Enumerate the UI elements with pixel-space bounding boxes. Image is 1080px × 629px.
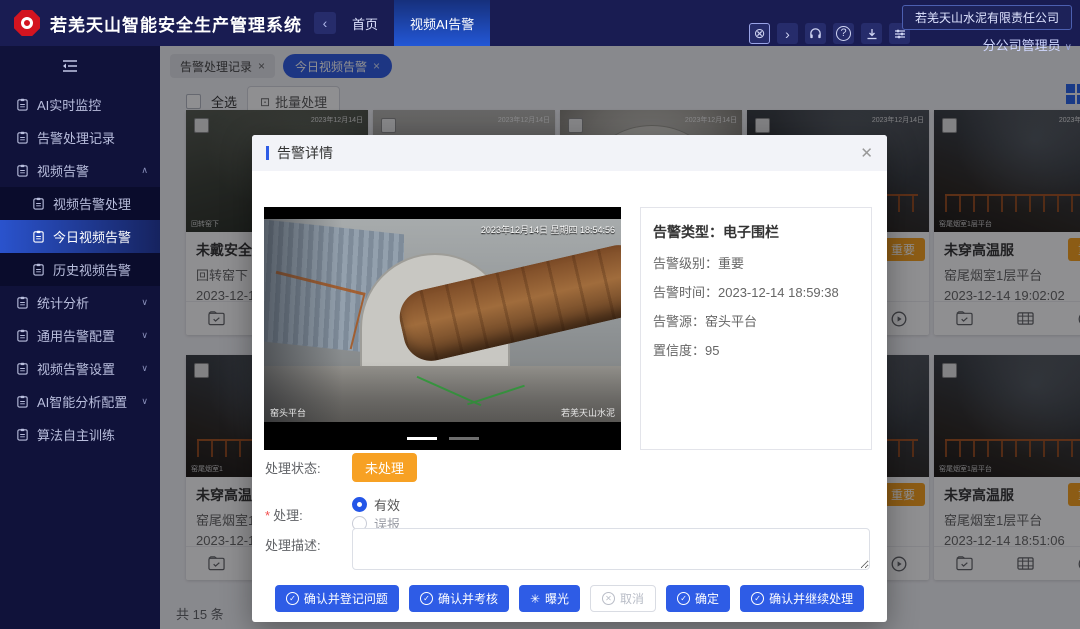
download-icon[interactable]	[861, 23, 882, 44]
sidebar-item-label: AI实时监控	[37, 95, 101, 114]
app-logo-icon	[14, 10, 40, 36]
chevron-icon: ∨	[141, 396, 148, 407]
sidebar-item-label: 算法自主训练	[37, 425, 115, 444]
modal-button[interactable]: 确认并考核	[409, 585, 509, 612]
sidebar-item-label: 视频告警设置	[37, 359, 115, 378]
modal-button[interactable]: 确定	[666, 585, 730, 612]
headset-icon[interactable]	[805, 23, 826, 44]
sidebar-item-label: 统计分析	[37, 293, 89, 312]
chevron-right-icon[interactable]	[777, 23, 798, 44]
description-row: 处理描述:	[265, 535, 352, 555]
sidebar-item-视频告警设置[interactable]: 视频告警设置 ∨	[0, 352, 160, 385]
nav-home[interactable]: 首页	[336, 0, 394, 46]
chevron-icon: ∨	[141, 330, 148, 341]
sidebar-item-label: 告警处理记录	[37, 128, 115, 147]
button-icon	[751, 592, 764, 605]
nav-video-ai-alarm[interactable]: 视频AI告警	[394, 0, 490, 46]
description-textarea[interactable]	[352, 528, 870, 570]
alarm-info-panel: 告警类型：电子围栏 告警级别：重要 告警时间：2023-12-14 18:59:…	[640, 207, 872, 450]
description-label: 处理描述:	[265, 535, 352, 554]
modal-button[interactable]: 曝光	[519, 585, 580, 612]
button-icon	[530, 592, 540, 605]
sidebar-item-AI实时监控[interactable]: AI实时监控	[0, 88, 160, 121]
radio-dot	[352, 497, 367, 512]
sidebar-collapse-icon[interactable]	[0, 46, 160, 88]
sidebar-item-label: 视频告警处理	[53, 194, 131, 213]
modal-button[interactable]: 确认并继续处理	[740, 585, 864, 612]
carousel-dot-active[interactable]	[407, 437, 437, 440]
alarm-time-line: 告警时间：2023-12-14 18:59:38	[653, 282, 859, 301]
status-badge: 未处理	[352, 453, 417, 482]
chevron-icon: ∨	[141, 297, 148, 308]
camera-timestamp: 2023年12月14日 星期四 18:54:56	[481, 223, 615, 236]
alarm-source-line: 告警源：窑头平台	[653, 311, 859, 330]
status-label: 处理状态:	[265, 458, 352, 477]
button-icon	[602, 592, 615, 605]
app-root: 若羌天山智能安全生产管理系统 ‹ 首页 视频AI告警 若羌天山水泥有限责任公司 …	[0, 0, 1080, 629]
close-icon[interactable]: ✕	[860, 144, 873, 162]
sidebar-menu: AI实时监控 告警处理记录 视频告警 ∧ 视频告警处理 今日视频告警 历史视频告…	[0, 88, 160, 451]
alarm-video-frame[interactable]: 2023年12月14日 星期四 18:54:56 窑头平台 若羌天山水泥	[264, 207, 621, 450]
sidebar-item-AI智能分析配置[interactable]: AI智能分析配置 ∨	[0, 385, 160, 418]
help-icon[interactable]	[833, 23, 854, 44]
modal-button[interactable]: 确认并登记问题	[275, 585, 399, 612]
sidebar-item-统计分析[interactable]: 统计分析 ∨	[0, 286, 160, 319]
alarm-snapshot: 2023年12月14日 星期四 18:54:56 窑头平台 若羌天山水泥	[264, 219, 621, 422]
header-icon-row	[749, 23, 910, 44]
confidence-line: 置信度：95	[653, 340, 859, 359]
sidebar-item-历史视频告警[interactable]: 历史视频告警	[0, 253, 160, 286]
modal-button[interactable]: 取消	[590, 585, 656, 612]
company-selector[interactable]: 若羌天山水泥有限责任公司	[902, 5, 1072, 30]
sidebar-item-今日视频告警[interactable]: 今日视频告警	[0, 220, 160, 253]
carousel-indicator	[264, 437, 621, 440]
carousel-dot[interactable]	[449, 437, 479, 440]
button-label: 确认并登记问题	[304, 590, 388, 607]
chevron-icon: ∨	[141, 363, 148, 374]
button-icon	[677, 592, 690, 605]
title-accent-bar	[266, 146, 269, 160]
nav-collapse-icon[interactable]: ‹	[314, 12, 336, 34]
camera-watermark-right: 若羌天山水泥	[561, 406, 615, 419]
role-dropdown[interactable]: 分公司管理员 ∨	[902, 35, 1072, 54]
top-header: 若羌天山智能安全生产管理系统 ‹ 首页 视频AI告警 若羌天山水泥有限责任公司 …	[0, 0, 1080, 46]
sidebar-item-告警处理记录[interactable]: 告警处理记录	[0, 121, 160, 154]
sidebar-item-label: 视频告警	[37, 161, 89, 180]
button-label: 确定	[695, 590, 719, 607]
sidebar-item-算法自主训练[interactable]: 算法自主训练	[0, 418, 160, 451]
required-mark: *	[265, 508, 270, 523]
sidebar-item-label: 通用告警配置	[37, 326, 115, 345]
alarm-detail-modal: 告警详情 ✕ 2023年12月14日 星期四 18:54:56 窑头平台 若羌天…	[252, 135, 887, 622]
modal-footer-buttons: 确认并登记问题 确认并考核 曝光 取消 确定 确认并继续处理	[252, 585, 887, 612]
status-row: 处理状态: 未处理	[265, 453, 417, 482]
button-label: 曝光	[545, 590, 569, 607]
sidebar-item-label: 今日视频告警	[53, 227, 131, 246]
sidebar-item-label: AI智能分析配置	[37, 392, 127, 411]
app-title: 若羌天山智能安全生产管理系统	[50, 11, 302, 36]
snapshot-shading	[264, 219, 621, 422]
sidebar-item-视频告警[interactable]: 视频告警 ∧	[0, 154, 160, 187]
radio-option[interactable]: 有效	[352, 495, 400, 514]
button-icon	[420, 592, 433, 605]
handle-label: *处理:	[265, 505, 352, 524]
sidebar-item-通用告警配置[interactable]: 通用告警配置 ∨	[0, 319, 160, 352]
camera-watermark-left: 窑头平台	[270, 406, 306, 419]
modal-title: 告警详情	[277, 143, 333, 163]
chevron-icon: ∧	[141, 165, 148, 176]
radio-label: 有效	[374, 495, 400, 514]
alarm-level-line: 告警级别：重要	[653, 253, 859, 272]
sidebar-item-视频告警处理[interactable]: 视频告警处理	[0, 187, 160, 220]
exit-fullscreen-icon[interactable]	[749, 23, 770, 44]
sidebar: AI实时监控 告警处理记录 视频告警 ∧ 视频告警处理 今日视频告警 历史视频告…	[0, 46, 160, 629]
chevron-down-icon: ∨	[1065, 42, 1072, 53]
modal-header: 告警详情	[252, 135, 887, 171]
sidebar-item-label: 历史视频告警	[53, 260, 131, 279]
button-icon	[286, 592, 299, 605]
button-label: 确认并考核	[438, 590, 498, 607]
button-label: 确认并继续处理	[769, 590, 853, 607]
role-label: 分公司管理员	[983, 38, 1061, 53]
alarm-type-line: 告警类型：电子围栏	[653, 222, 859, 242]
button-label: 取消	[620, 590, 644, 607]
account-area: 若羌天山水泥有限责任公司 分公司管理员 ∨	[902, 5, 1072, 54]
